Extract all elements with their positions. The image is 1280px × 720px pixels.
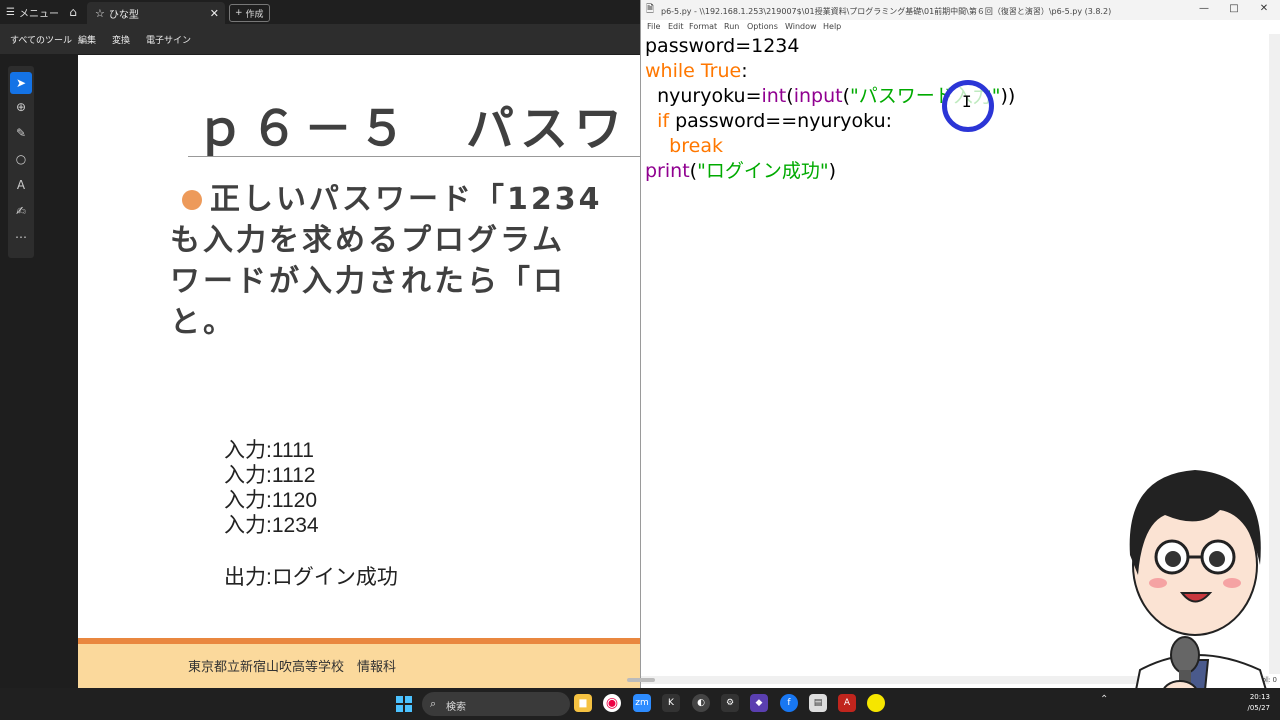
select-cursor-icon[interactable]: ➤ (10, 72, 32, 94)
menu-format[interactable]: Format (689, 22, 717, 31)
builtin-token: print (645, 160, 690, 182)
app-purple-icon[interactable]: ◆ (750, 694, 768, 712)
menu-label: メニュー (18, 8, 59, 20)
idle-window-title: p6-5.py - \\192.168.1.253\219007$\01授業資料… (661, 7, 1112, 16)
footer-text: 東京都立新宿山吹高等学校 情報科 (188, 660, 397, 675)
obs-icon[interactable]: ◐ (692, 694, 710, 712)
taskbar-clock[interactable]: 20:13 /05/27 (1244, 692, 1270, 714)
code-text: ( (689, 160, 698, 182)
zoom-icon[interactable]: zm (633, 694, 651, 712)
code-text: ) (828, 160, 836, 182)
tray-chevron-icon[interactable]: ⌃ (1100, 694, 1108, 705)
keyword-token: if (657, 110, 670, 132)
slide-title: ｐ６－５ パスワ (196, 101, 629, 157)
slide-footer: 東京都立新宿山吹高等学校 情報科 (78, 644, 640, 688)
ibeam-cursor-icon: I (962, 92, 972, 111)
code-text: password=1234 (645, 35, 800, 57)
keyword-token: break (669, 135, 723, 157)
windows-taskbar: ⌕ 検索 ▆ ◉ zm K ◐ ⚙ ◆ f ▤ A ⌃ 20:13 /05/27 (0, 688, 1280, 720)
python-file-icon: 🗎 (646, 4, 655, 15)
side-tool-rail: ➤ ⊕ ✎ ○ A ✍ ⋯ (8, 66, 34, 258)
comment-icon[interactable]: ⊕ (8, 94, 34, 120)
hamburger-icon: ☰ (6, 6, 15, 18)
code-text: nyuryoku= (657, 85, 762, 107)
code-line-1: password=1234 (645, 35, 799, 57)
menu-help[interactable]: Help (823, 22, 841, 31)
document-tab[interactable]: ☆ ひな型 ✕ (87, 2, 225, 24)
acrobat-icon[interactable]: A (838, 694, 856, 712)
maximize-icon[interactable]: □ (1227, 3, 1241, 14)
menu-edit[interactable]: Edit (668, 22, 684, 31)
file-explorer-icon[interactable]: ▆ (574, 694, 592, 712)
code-text: ( (786, 85, 794, 107)
idle-menu-bar: File Edit Format Run Options Window Help (641, 20, 1280, 34)
yellow-app-icon[interactable] (867, 694, 885, 712)
signature-icon[interactable]: ✍ (8, 198, 34, 224)
menu-file[interactable]: File (647, 22, 660, 31)
menu-run[interactable]: Run (724, 22, 739, 31)
home-icon[interactable]: ⌂ (64, 3, 82, 21)
bullet-line-1: 正しいパスワード「1234 (210, 182, 603, 217)
code-text: ( (842, 85, 850, 107)
keyword-token: while True (645, 60, 742, 82)
builtin-token: int (761, 85, 787, 107)
close-window-icon[interactable]: ✕ (1257, 3, 1271, 14)
create-label: 作成 (245, 9, 264, 20)
io-line: 入力:1234 (224, 514, 319, 537)
code-line-6: print("ログイン成功") (645, 160, 836, 182)
bullet-line-3: ワードが入力されたら「ロ (170, 264, 566, 299)
search-label: 検索 (446, 702, 466, 713)
search-icon: ⌕ (430, 697, 437, 710)
presenter-avatar (1128, 470, 1277, 720)
io-line: 出力:ログイン成功 (224, 566, 398, 589)
settings-gear-icon[interactable]: ⚙ (721, 694, 739, 712)
bullet-line-4: と。 (170, 305, 236, 340)
title-divider (188, 156, 640, 157)
code-text: password==nyuryoku: (669, 110, 893, 132)
string-token: "ログイン成功" (697, 160, 829, 182)
app-k-icon[interactable]: K (662, 694, 680, 712)
code-text: )) (1000, 85, 1016, 107)
notepad-icon[interactable]: ▤ (809, 694, 827, 712)
facebook-icon[interactable]: f (780, 694, 798, 712)
toolbar-all-tools[interactable]: すべてのツール (10, 33, 72, 46)
code-line-4: if password==nyuryoku: (645, 110, 892, 132)
code-line-5: break (645, 135, 723, 157)
menu-options[interactable]: Options (747, 22, 778, 31)
star-icon[interactable]: ☆ (95, 7, 105, 20)
document-tab-title: ひな型 (108, 9, 139, 21)
text-box-icon[interactable]: A (8, 172, 34, 198)
plus-icon: + (235, 8, 243, 18)
close-tab-icon[interactable]: ✕ (210, 7, 219, 20)
clock-date: /05/27 (1247, 704, 1270, 712)
windows-start-icon[interactable] (396, 696, 412, 712)
create-button[interactable]: + 作成 (229, 4, 270, 22)
scrollbar-thumb[interactable] (627, 678, 655, 682)
minimize-icon[interactable]: — (1197, 3, 1211, 14)
toolbar-edit[interactable]: 編集 (78, 33, 96, 46)
code-text: : (741, 60, 748, 82)
bullet-line-2: も入力を求めるプログラム (170, 223, 566, 258)
more-icon[interactable]: ⋯ (8, 224, 34, 250)
menu-button[interactable]: ☰ メニュー (6, 4, 59, 20)
idle-title-bar[interactable]: 🗎 p6-5.py - \\192.168.1.253\219007$\01授業… (641, 0, 1280, 20)
toolbar-convert[interactable]: 変換 (112, 33, 130, 46)
pen-icon[interactable]: ✎ (8, 120, 34, 146)
menu-window[interactable]: Window (785, 22, 817, 31)
taskbar-search[interactable]: ⌕ 検索 (422, 692, 570, 716)
clock-time: 20:13 (1249, 693, 1270, 701)
toolbar-e-sign[interactable]: 電子サイン (146, 33, 191, 46)
chrome-icon[interactable]: ◉ (603, 694, 621, 712)
lasso-icon[interactable]: ○ (8, 146, 34, 172)
pdf-page: ｐ６－５ パスワ 正しいパスワード「1234 も入力を求めるプログラム ワードが… (78, 55, 640, 688)
bullet-text: 正しいパスワード「1234 も入力を求めるプログラム ワードが入力されたら「ロ … (170, 179, 640, 343)
builtin-token: input (793, 85, 843, 107)
code-line-2: while True: (645, 60, 748, 82)
